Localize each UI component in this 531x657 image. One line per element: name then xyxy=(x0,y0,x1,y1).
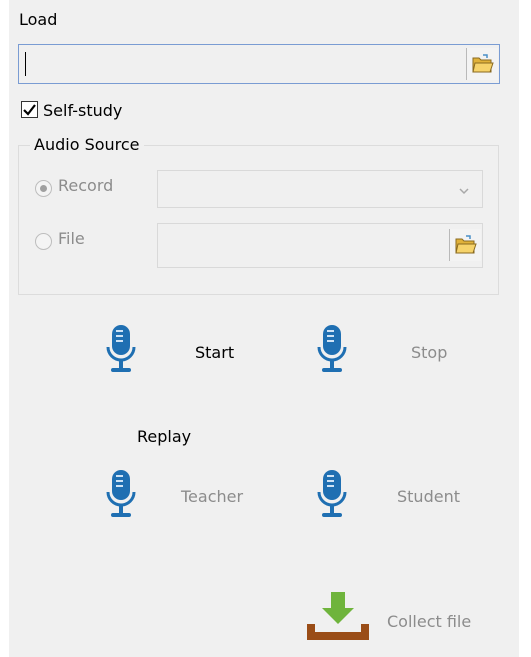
radio-selected-dot xyxy=(40,185,47,192)
load-label: Load xyxy=(19,10,58,29)
replay-label: Replay xyxy=(137,427,192,446)
student-label: Student xyxy=(397,487,460,506)
audio-source-title: Audio Source xyxy=(30,135,144,154)
audio-source-group xyxy=(18,145,499,295)
collect-file-label: Collect file xyxy=(387,612,472,631)
checkmark-icon xyxy=(23,104,36,116)
audio-file-input[interactable] xyxy=(157,223,483,268)
download-tray-icon xyxy=(307,592,369,640)
stop-label: Stop xyxy=(411,343,448,362)
load-input[interactable] xyxy=(18,44,500,84)
self-study-label: Self-study xyxy=(43,101,123,120)
folder-open-icon xyxy=(454,235,477,254)
self-study-checkbox[interactable] xyxy=(21,101,38,118)
microphone-icon xyxy=(317,470,347,517)
settings-panel xyxy=(9,0,519,657)
record-radio-label: Record xyxy=(58,176,114,195)
record-radio[interactable] xyxy=(35,180,52,197)
file-radio[interactable] xyxy=(35,233,52,250)
teacher-label: Teacher xyxy=(181,487,244,506)
load-browse-button[interactable] xyxy=(466,48,498,80)
microphone-icon xyxy=(317,325,347,372)
audio-file-browse-button[interactable] xyxy=(449,229,481,261)
file-radio-label: File xyxy=(58,229,85,248)
chevron-down-icon xyxy=(459,188,469,195)
microphone-icon xyxy=(106,325,136,372)
microphone-icon xyxy=(106,470,136,517)
record-device-select[interactable] xyxy=(157,170,483,208)
start-label: Start xyxy=(195,343,235,362)
text-caret xyxy=(25,52,26,76)
folder-open-icon xyxy=(471,54,494,73)
